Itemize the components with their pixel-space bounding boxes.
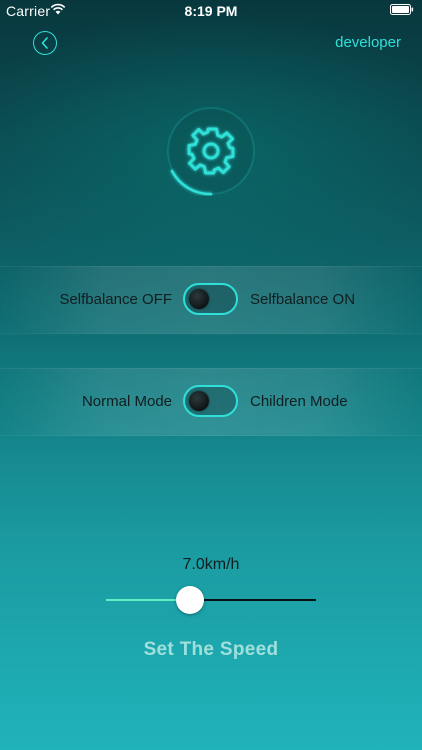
gear-icon — [167, 107, 255, 196]
settings-screen: Carrier 8:19 PM developer Selfbalance OF… — [0, 0, 422, 750]
set-speed-title: Set The Speed — [143, 639, 279, 660]
children-mode-label: Children Mode — [250, 393, 348, 410]
selfbalance-off-label: Selfbalance OFF — [59, 291, 172, 308]
chevron-left-icon — [41, 37, 48, 49]
selfbalance-toggle-row: Selfbalance OFF Selfbalance ON — [0, 283, 422, 317]
slider-thumb[interactable] — [176, 586, 204, 614]
toggle-knob — [189, 391, 209, 411]
back-button[interactable] — [33, 31, 57, 55]
normal-mode-label: Normal Mode — [81, 393, 172, 410]
clock: 8:19 PM — [184, 3, 238, 19]
developer-link[interactable]: developer — [335, 34, 401, 51]
toggle-knob — [189, 289, 209, 309]
battery-icon — [390, 4, 414, 15]
selfbalance-toggle[interactable] — [183, 283, 238, 315]
status-bar: Carrier 8:19 PM — [0, 0, 422, 20]
children-mode-toggle[interactable] — [183, 385, 238, 417]
speed-slider[interactable] — [106, 585, 316, 615]
speed-value: 7.0km/h — [182, 556, 240, 573]
selfbalance-on-label: Selfbalance ON — [250, 291, 356, 308]
mode-toggle-row: Normal Mode Children Mode — [0, 385, 422, 419]
